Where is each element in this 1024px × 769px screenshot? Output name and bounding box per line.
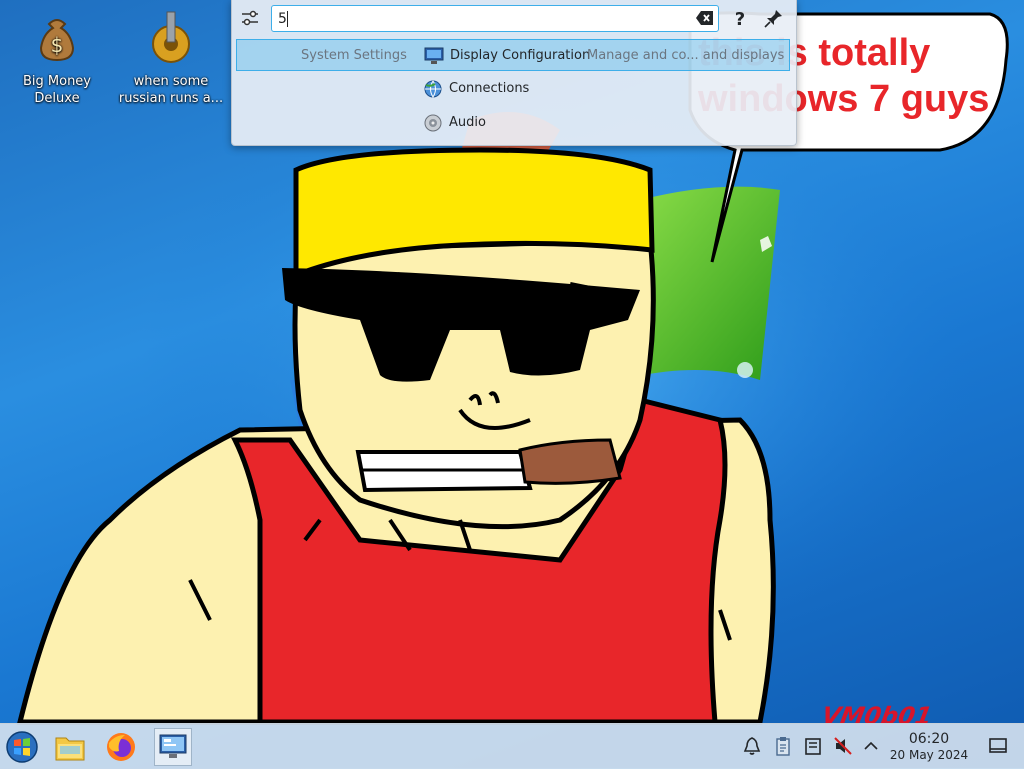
desktop-icon-label: Big Money Deluxe: [22, 74, 91, 106]
desktop-icon-big-money-deluxe[interactable]: $ Big Money Deluxe: [2, 10, 112, 107]
start-menu-button[interactable]: [3, 728, 41, 766]
desktop-icon-russian[interactable]: when some russian runs a...: [116, 10, 226, 107]
clipboard-icon[interactable]: [773, 736, 793, 756]
file-manager-icon: [55, 737, 85, 761]
taskbar: [0, 723, 1024, 769]
configure-sliders-icon[interactable]: [240, 8, 260, 28]
system-settings-task[interactable]: [154, 728, 192, 766]
gear-icon: [152, 11, 190, 63]
result-title: Audio: [449, 115, 486, 130]
notifications-bell-icon[interactable]: [742, 736, 762, 756]
svg-text:?: ?: [735, 9, 745, 29]
volume-muted-icon[interactable]: [833, 736, 853, 756]
file-manager-launcher[interactable]: [51, 728, 89, 766]
desktop-icon-label: when some russian runs a...: [118, 74, 224, 106]
firefox-launcher[interactable]: [102, 728, 140, 766]
result-subtitle: Manage and co... and displays: [587, 48, 785, 63]
clear-text-icon[interactable]: [696, 10, 714, 26]
start-orb-icon: [6, 731, 38, 763]
pin-icon[interactable]: [764, 8, 784, 28]
result-connections[interactable]: Connections: [236, 73, 790, 105]
system-settings-icon: [159, 734, 187, 758]
clock-time[interactable]: 06:20: [890, 731, 968, 747]
help-icon[interactable]: ?: [729, 7, 751, 29]
krunner-search-panel: 5 ? System Settings Display Configuratio…: [231, 0, 797, 146]
money-bag-icon: $: [39, 19, 75, 62]
network-globe-icon: [424, 80, 442, 98]
result-title: Connections: [449, 81, 530, 96]
display-icon: [424, 47, 444, 64]
svg-text:$: $: [51, 33, 64, 57]
result-display-configuration[interactable]: System Settings Display Configuration Ma…: [236, 39, 790, 71]
result-audio[interactable]: Audio: [236, 107, 790, 139]
storage-icon[interactable]: [803, 736, 823, 756]
result-category: System Settings: [301, 48, 407, 63]
result-title: Display Configuration: [450, 48, 591, 63]
expand-tray-icon[interactable]: [861, 736, 881, 756]
show-desktop-icon[interactable]: [988, 736, 1008, 756]
firefox-icon: [107, 733, 135, 761]
search-input[interactable]: 5: [271, 5, 719, 32]
audio-icon: [424, 114, 442, 132]
search-query-text: 5: [278, 11, 287, 27]
clock-date[interactable]: 20 May 2024: [884, 748, 974, 762]
